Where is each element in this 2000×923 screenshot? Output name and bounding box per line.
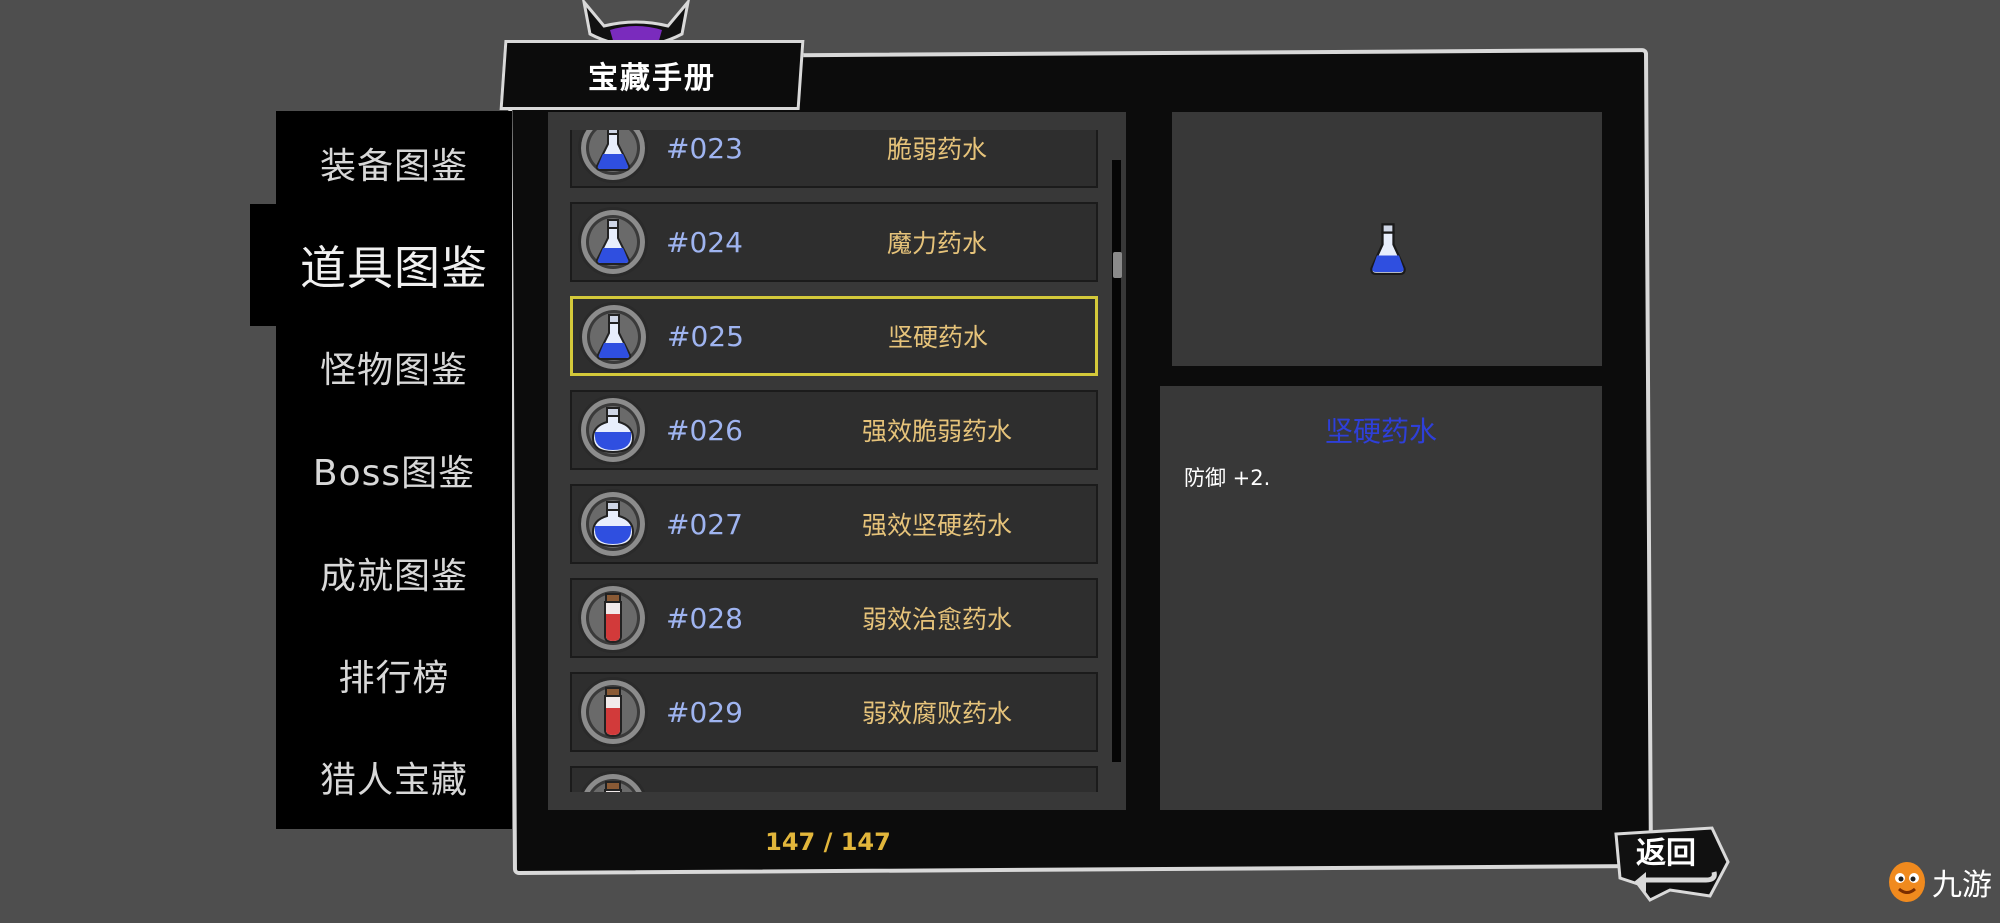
item-slot bbox=[579, 302, 649, 372]
back-button[interactable]: 返回 bbox=[1610, 826, 1732, 902]
item-name: 脆弱药水 bbox=[886, 135, 987, 164]
item-slot bbox=[578, 583, 648, 653]
list-item[interactable]: #026 强效脆弱药水 bbox=[570, 390, 1098, 470]
red-vial-icon bbox=[604, 781, 622, 792]
item-name: 魔力药水 bbox=[886, 229, 987, 258]
item-number: #025 bbox=[667, 319, 744, 353]
watermark-text: 九游 bbox=[1932, 868, 1992, 903]
nav-item-items[interactable]: 道具图鉴 bbox=[276, 222, 512, 308]
red-vial-icon bbox=[604, 593, 622, 644]
item-list: #023 脆弱药水 #024 魔力药水 #025 坚硬药水 #026 强效脆弱药… bbox=[548, 130, 1126, 792]
list-item[interactable]: #023 脆弱药水 bbox=[570, 130, 1098, 188]
mascot-logo-icon bbox=[1889, 862, 1925, 902]
item-number: #026 bbox=[666, 413, 743, 447]
back-button-label: 返回 bbox=[1636, 836, 1696, 871]
blue-bottle-icon bbox=[591, 501, 635, 548]
item-number: #023 bbox=[666, 131, 743, 165]
item-name bbox=[772, 768, 1102, 792]
list-item[interactable]: #029 弱效腐败药水 bbox=[570, 672, 1098, 752]
item-number: #028 bbox=[666, 601, 743, 635]
blue-flask-icon bbox=[1370, 223, 1406, 275]
nav-item-hunter-treasure[interactable]: 猎人宝藏 bbox=[276, 734, 512, 820]
item-slot bbox=[578, 771, 648, 792]
item-number: #029 bbox=[666, 695, 743, 729]
item-number: #024 bbox=[666, 225, 743, 259]
red-vial-icon bbox=[604, 687, 622, 738]
item-slot bbox=[578, 207, 648, 277]
nav-item-equipment[interactable]: 装备图鉴 bbox=[276, 120, 512, 206]
item-name: 强效脆弱药水 bbox=[861, 417, 1012, 446]
item-name: 坚硬药水 bbox=[887, 323, 988, 352]
list-item[interactable]: #027 强效坚硬药水 bbox=[570, 484, 1098, 564]
blue-flask-icon bbox=[596, 314, 632, 360]
blue-flask-icon bbox=[595, 219, 631, 265]
blue-bottle-icon bbox=[591, 407, 635, 454]
item-slot bbox=[578, 395, 648, 465]
list-item[interactable]: #024 魔力药水 bbox=[570, 202, 1098, 282]
item-name: 弱效治愈药水 bbox=[861, 605, 1012, 634]
nav-item-boss[interactable]: Boss图鉴 bbox=[276, 427, 512, 513]
list-item[interactable] bbox=[570, 766, 1098, 792]
nav-item-leaderboard[interactable]: 排行榜 bbox=[276, 632, 512, 718]
item-counter: 147 / 147 bbox=[765, 828, 891, 856]
item-slot bbox=[578, 677, 648, 747]
nav-item-achievements[interactable]: 成就图鉴 bbox=[276, 530, 512, 616]
item-detail-name: 坚硬药水 bbox=[1324, 415, 1437, 448]
list-item[interactable]: #028 弱效治愈药水 bbox=[570, 578, 1098, 658]
item-name: 弱效腐败药水 bbox=[861, 699, 1012, 728]
item-slot bbox=[578, 130, 648, 183]
scrollbar-thumb[interactable] bbox=[1113, 252, 1122, 278]
nav-item-monsters[interactable]: 怪物图鉴 bbox=[276, 324, 512, 410]
item-name: 强效坚硬药水 bbox=[861, 511, 1012, 540]
item-detail-description: 防御 +2. bbox=[1184, 466, 1271, 490]
list-item-selected[interactable]: #025 坚硬药水 bbox=[570, 296, 1098, 376]
blue-flask-icon bbox=[595, 130, 631, 171]
list-scrollbar[interactable] bbox=[1112, 160, 1121, 762]
item-number: #027 bbox=[666, 507, 743, 541]
page-title: 宝藏手册 bbox=[588, 61, 716, 96]
item-slot bbox=[578, 489, 648, 559]
